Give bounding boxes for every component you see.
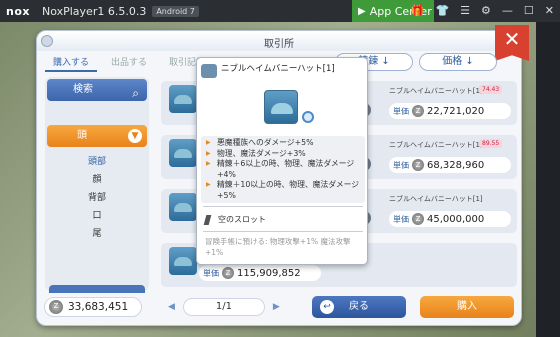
item-type-icon xyxy=(201,64,217,78)
category-dropdown[interactable]: 頭 ▼ xyxy=(47,125,147,147)
zeny-coin-icon: Z xyxy=(412,213,424,225)
category-item-mouth[interactable]: 口 xyxy=(45,207,149,225)
search-icon: ⌕ xyxy=(132,86,139,100)
item-thumbnail xyxy=(169,139,197,167)
category-item-face[interactable]: 顔 xyxy=(45,171,149,189)
tab-buy[interactable]: 購入する xyxy=(45,53,98,72)
listing-qty-badge: 89.55 xyxy=(479,139,503,148)
maximize-icon[interactable]: ☐ xyxy=(524,0,534,22)
refine-icon xyxy=(302,111,314,123)
unit-price-label: 単価 xyxy=(393,160,409,170)
zeny-coin-icon: Z xyxy=(49,300,63,314)
listing-price: 単価 Z 115,909,852 xyxy=(199,265,321,281)
category-item-tail[interactable]: 尾 xyxy=(45,225,149,243)
listing-name: ニブルヘイムバニーハット[1] xyxy=(389,195,483,203)
category-label: 頭 xyxy=(77,130,87,141)
emulator-title: NoxPlayer1 6.5.0.3 xyxy=(41,4,147,18)
tab-bar: 購入する 出品する 取引記録 xyxy=(45,53,213,72)
unit-price-label: 単価 xyxy=(393,106,409,116)
zeny-coin-icon: Z xyxy=(222,267,234,279)
gift-icon[interactable]: 🎁 xyxy=(411,0,425,22)
divider xyxy=(203,231,363,232)
search-label: 検索 xyxy=(73,84,93,95)
effect-line: 物理、魔法ダメージ+3% xyxy=(205,149,361,160)
back-label: 戻る xyxy=(349,301,369,312)
sort-price-button[interactable]: 価格 ↓ xyxy=(419,53,497,71)
category-item-head[interactable]: 頭部 xyxy=(45,153,149,171)
back-button[interactable]: ↩ 戻る xyxy=(312,296,406,318)
buy-button[interactable]: 購入 xyxy=(420,296,514,318)
listing-qty-badge: 74.43 xyxy=(479,85,503,94)
divider xyxy=(203,206,363,207)
item-thumbnail xyxy=(169,85,197,113)
effect-line: 精錬＋10以上の時、物理、魔法ダメージ+5% xyxy=(205,180,361,201)
dialog-title: 取引所 xyxy=(264,39,294,50)
category-item-back[interactable]: 背部 xyxy=(45,189,149,207)
effect-line: 悪魔種族へのダメージ+5% xyxy=(205,138,361,149)
prev-page-icon[interactable]: ◀ xyxy=(168,302,175,312)
price-value: 45,000,000 xyxy=(427,213,485,225)
listing-name: ニブルヘイムバニーハット[1] xyxy=(389,87,483,95)
tooltip-item-name: ニブルヘイムバニーハット[1] xyxy=(221,64,335,74)
slot-label: 空のスロット xyxy=(218,215,266,224)
tab-sell[interactable]: 出品する xyxy=(103,53,155,72)
dialog-header: 取引所 xyxy=(37,31,521,51)
titlebar-controls: 🎁 👕 ☰ ⚙ — ☐ ✕ xyxy=(411,0,554,22)
unit-price-label: 単価 xyxy=(393,214,409,224)
listing-name: ニブルヘイムバニーハット[1] xyxy=(389,141,483,149)
tooltip-note: 冒険手帳に預ける: 物理攻撃+1% 魔法攻撃+1% xyxy=(205,237,351,257)
back-arrow-icon: ↩ xyxy=(320,300,334,314)
emulator-side-toolbar xyxy=(536,22,560,337)
zeny-balance: Z 33,683,451 xyxy=(44,297,142,317)
page-indicator: 1/1 xyxy=(182,298,265,316)
menu-icon[interactable]: ☰ xyxy=(460,0,470,22)
effect-line: 精錬＋6以上の時、物理、魔法ダメージ+4% xyxy=(205,159,361,180)
tooltip-effects: 悪魔種族へのダメージ+5% 物理、魔法ダメージ+3% 精錬＋6以上の時、物理、魔… xyxy=(201,136,365,203)
zeny-coin-icon: Z xyxy=(412,159,424,171)
gear-icon[interactable]: ⚙ xyxy=(481,0,491,22)
item-thumbnail xyxy=(169,193,197,221)
item-thumbnail xyxy=(169,247,197,275)
listing-price: 単価 Z 45,000,000 xyxy=(389,211,511,227)
zeny-coin-icon: Z xyxy=(412,105,424,117)
shirt-icon[interactable]: 👕 xyxy=(435,0,449,22)
zeny-value: 33,683,451 xyxy=(68,301,129,313)
listing-price: 単価 Z 22,721,020 xyxy=(389,103,511,119)
price-value: 115,909,852 xyxy=(237,267,301,279)
android-version-badge: Android 7 xyxy=(152,5,199,17)
slot-bar-icon xyxy=(203,214,212,225)
nox-logo: nox xyxy=(6,4,30,18)
next-category-tab[interactable] xyxy=(49,285,145,293)
dialog-close-button[interactable]: ✕ xyxy=(495,25,529,61)
pagination: ◀ 1/1 ▶ xyxy=(168,298,280,316)
next-page-icon[interactable]: ▶ xyxy=(273,302,280,312)
play-icon: ▶ xyxy=(358,5,366,17)
category-list: 頭部 顔 背部 口 尾 xyxy=(45,153,149,243)
search-button[interactable]: 検索 ⌕ xyxy=(47,79,147,101)
category-panel: 検索 ⌕ 頭 ▼ 頭部 顔 背部 口 尾 xyxy=(45,77,149,293)
minimize-icon[interactable]: — xyxy=(502,0,513,22)
tooltip-item-image xyxy=(264,90,298,124)
item-tooltip: ニブルヘイムバニーハット[1] 悪魔種族へのダメージ+5% 物理、魔法ダメージ+… xyxy=(196,57,368,265)
chevron-down-icon: ▼ xyxy=(128,129,142,143)
price-value: 68,328,960 xyxy=(427,159,485,171)
listing-price: 単価 Z 68,328,960 xyxy=(389,157,511,173)
price-value: 22,721,020 xyxy=(427,105,485,117)
card-slot: 空のスロット xyxy=(203,214,266,225)
close-icon[interactable]: ✕ xyxy=(545,0,554,22)
unit-price-label: 単価 xyxy=(203,268,219,278)
